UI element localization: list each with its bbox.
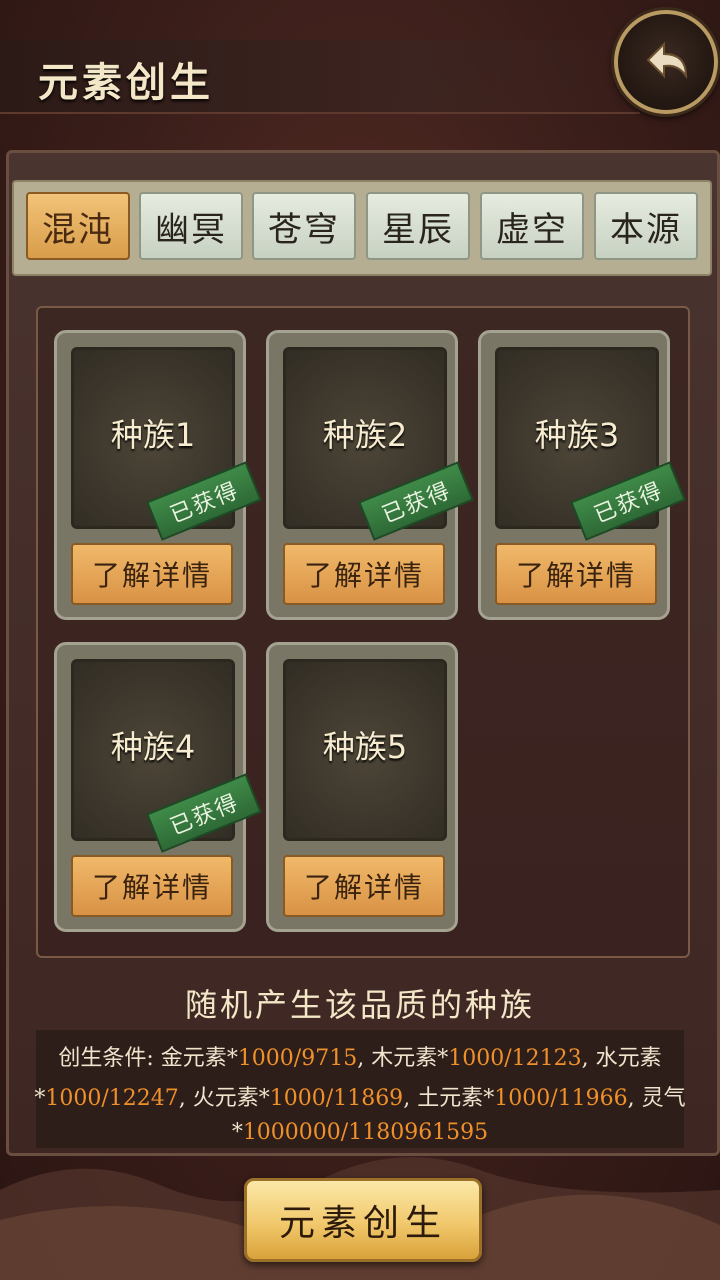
back-arrow-icon <box>646 41 688 80</box>
obtained-badge: 已获得 <box>146 461 262 541</box>
cond-value: 1000/11966 <box>494 1086 628 1111</box>
conditions-prefix: 创生条件: <box>58 1046 154 1071</box>
tab-origin[interactable]: 本源 <box>594 192 698 260</box>
tab-stars[interactable]: 星辰 <box>366 192 470 260</box>
race-card-1: 种族1 已获得 了解详情 <box>54 330 262 620</box>
cond-value: 1000/12247 <box>45 1086 179 1111</box>
cond-name: 火元素 <box>192 1086 259 1111</box>
race-portrait[interactable]: 种族2 已获得 <box>283 347 474 541</box>
description-text: 随机产生该品质的种族 <box>184 986 535 1024</box>
obtained-badge: 已获得 <box>146 773 262 853</box>
detail-button[interactable]: 了解详情 <box>283 543 445 605</box>
race-name: 种族2 <box>322 416 408 454</box>
tab-underworld[interactable]: 幽冥 <box>139 192 243 260</box>
race-portrait[interactable]: 种族4 已获得 <box>71 659 262 853</box>
cond-value: 1000/12123 <box>448 1046 582 1071</box>
cond-name: 水元素 <box>595 1046 662 1071</box>
obtained-badge: 已获得 <box>358 461 474 541</box>
detail-button[interactable]: 了解详情 <box>495 543 657 605</box>
cond-value: 1000/9715 <box>237 1046 358 1071</box>
tab-firmament[interactable]: 苍穹 <box>252 192 356 260</box>
race-portrait[interactable]: 种族3 已获得 <box>495 347 686 541</box>
cond-name: 金元素 <box>160 1046 227 1071</box>
tab-chaos[interactable]: 混沌 <box>26 192 130 260</box>
detail-button[interactable]: 了解详情 <box>71 543 233 605</box>
page-title: 元素创生 <box>38 59 214 106</box>
race-card-2: 种族2 已获得 了解详情 <box>266 330 474 620</box>
element-create-button[interactable]: 元素创生 <box>244 1178 482 1262</box>
race-card-5: 种族5 了解详情 <box>266 642 458 932</box>
conditions-line-3: *1000000/1180961595 <box>231 1120 489 1145</box>
race-card-4: 种族4 已获得 了解详情 <box>54 642 262 932</box>
race-name: 种族1 <box>110 416 196 454</box>
cond-value: 1000/11869 <box>269 1086 404 1111</box>
cond-value: 1000000/1180961595 <box>242 1120 489 1145</box>
race-name: 种族5 <box>322 728 408 766</box>
detail-button[interactable]: 了解详情 <box>71 855 233 917</box>
race-portrait[interactable]: 种族1 已获得 <box>71 347 262 541</box>
obtained-badge: 已获得 <box>570 461 686 541</box>
race-name: 种族4 <box>110 728 196 766</box>
race-portrait[interactable]: 种族5 <box>283 659 447 841</box>
cond-name: 木元素 <box>371 1046 438 1071</box>
race-name: 种族3 <box>534 416 620 454</box>
conditions-line-1: 创生条件: 金元素*1000/9715, 木元素*1000/12123, 水元素 <box>58 1046 662 1071</box>
race-card-3: 种族3 已获得 了解详情 <box>478 330 686 620</box>
detail-button[interactable]: 了解详情 <box>283 855 445 917</box>
back-button[interactable] <box>614 10 718 114</box>
cond-name: 土元素 <box>417 1086 484 1111</box>
conditions-line-2: *1000/12247, 火元素*1000/11869, 土元素*1000/11… <box>34 1086 686 1111</box>
tab-void[interactable]: 虚空 <box>480 192 584 260</box>
cond-name: 灵气 <box>641 1086 686 1111</box>
